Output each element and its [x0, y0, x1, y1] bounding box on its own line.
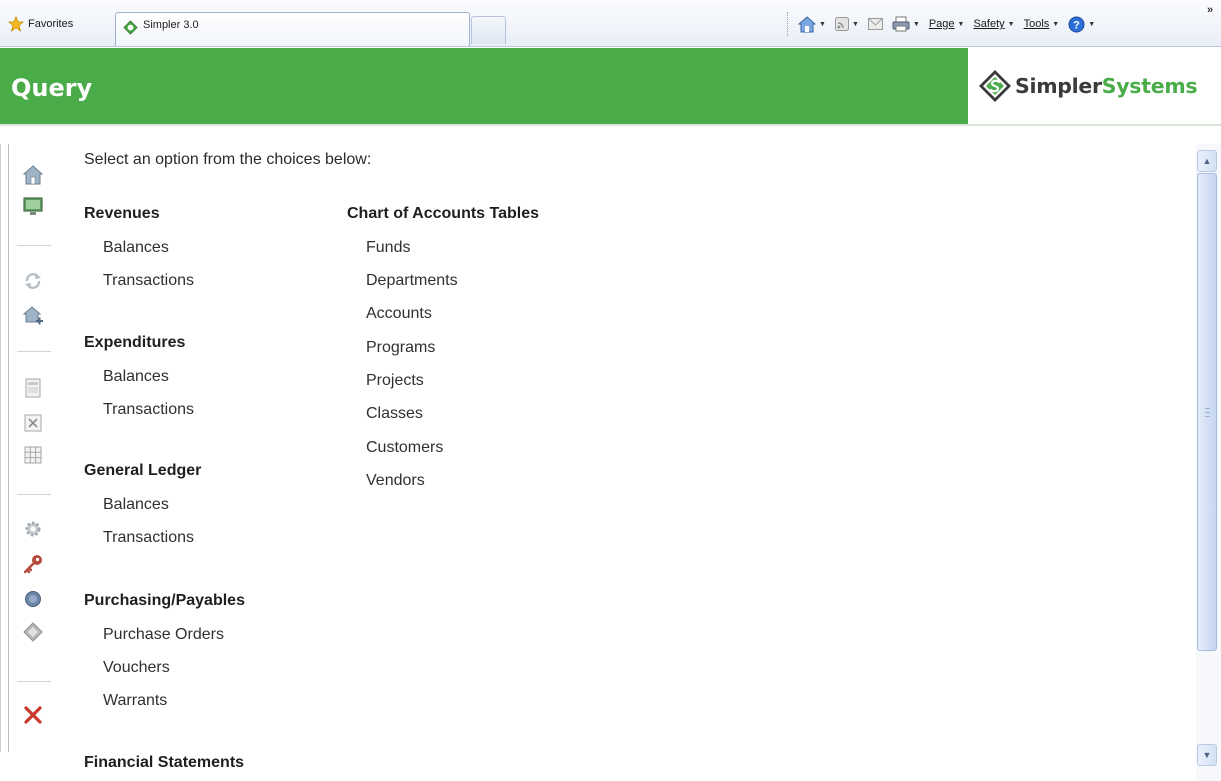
- help-icon: ?: [1068, 16, 1085, 32]
- sidebar-divider: [17, 681, 51, 682]
- rss-icon: [834, 17, 849, 31]
- document-icon[interactable]: [22, 377, 44, 399]
- section-heading-general-ledger: General Ledger: [84, 462, 202, 479]
- new-tab-button[interactable]: [471, 16, 506, 44]
- command-separator: [787, 12, 788, 36]
- safety-menu[interactable]: Safety ▼: [973, 18, 1014, 30]
- favorites-button[interactable]: Favorites: [8, 14, 73, 34]
- browser-toolbar: Favorites Simpler 3.0 ▼ ▼ ▼ Page ▼ Safet…: [0, 0, 1221, 47]
- page-menu[interactable]: Page ▼: [929, 18, 965, 30]
- page-menu-label: Page: [928, 18, 955, 30]
- scroll-down-button[interactable]: ▼: [1197, 744, 1217, 766]
- logo-text-part1: Simpler: [1015, 74, 1102, 98]
- sidebar-divider: [17, 494, 51, 495]
- link-vendors[interactable]: Vendors: [366, 472, 425, 490]
- print-button[interactable]: ▼: [892, 16, 920, 32]
- link-general-ledger-balances[interactable]: Balances: [103, 496, 169, 514]
- link-warrants[interactable]: Warrants: [103, 692, 167, 710]
- chevron-down-icon: ▼: [1202, 750, 1212, 760]
- link-projects[interactable]: Projects: [366, 372, 424, 390]
- vertical-scrollbar[interactable]: ▲ ▼: [1196, 144, 1221, 781]
- link-customers[interactable]: Customers: [366, 439, 443, 457]
- svg-text:?: ?: [1073, 19, 1080, 31]
- chevron-up-icon: ▲: [1202, 156, 1212, 166]
- link-vouchers[interactable]: Vouchers: [103, 659, 170, 677]
- sidebar-divider: [17, 245, 51, 246]
- home-icon: [798, 15, 816, 32]
- link-classes[interactable]: Classes: [366, 405, 423, 423]
- excel-icon[interactable]: [22, 412, 44, 434]
- link-revenues-transactions[interactable]: Transactions: [103, 272, 194, 290]
- close-icon[interactable]: [22, 704, 44, 726]
- refresh-icon[interactable]: [22, 270, 44, 292]
- link-accounts[interactable]: Accounts: [366, 305, 432, 323]
- link-funds[interactable]: Funds: [366, 239, 410, 257]
- logo-text-part2: Systems: [1101, 74, 1198, 98]
- safety-menu-label: Safety: [973, 18, 1005, 30]
- link-purchase-orders[interactable]: Purchase Orders: [103, 626, 224, 644]
- scrollbar-thumb[interactable]: [1197, 173, 1217, 651]
- link-revenues-balances[interactable]: Balances: [103, 239, 169, 257]
- sidebar-divider: [17, 351, 51, 352]
- favorites-label: Favorites: [28, 18, 74, 30]
- home-button[interactable]: ▼: [798, 15, 826, 33]
- tab-title: Simpler 3.0: [143, 19, 199, 31]
- more-commands-button[interactable]: »: [1207, 4, 1213, 16]
- section-heading-purchasing-payables: Purchasing/Payables: [84, 592, 245, 609]
- printer-icon: [892, 16, 910, 32]
- link-departments[interactable]: Departments: [366, 272, 458, 290]
- scroll-up-button[interactable]: ▲: [1197, 150, 1217, 172]
- grid-icon[interactable]: [22, 444, 44, 466]
- section-heading-chart-of-accounts: Chart of Accounts Tables: [347, 205, 540, 222]
- tab-simpler[interactable]: Simpler 3.0: [115, 12, 470, 46]
- section-heading-revenues: Revenues: [84, 205, 160, 222]
- company-logo: SimplerSystems: [968, 48, 1221, 124]
- home-add-icon[interactable]: [22, 305, 44, 327]
- info-icon[interactable]: [22, 588, 44, 610]
- link-expenditures-balances[interactable]: Balances: [103, 368, 169, 386]
- site-favicon-icon: [123, 20, 138, 35]
- help-button[interactable]: ? ▼: [1068, 16, 1095, 33]
- logo-icon: [979, 70, 1011, 102]
- sidebar: [0, 144, 58, 752]
- logo-icon[interactable]: [22, 621, 44, 643]
- link-expenditures-transactions[interactable]: Transactions: [103, 401, 194, 419]
- mail-button[interactable]: [867, 18, 883, 30]
- page-title: Query: [11, 74, 93, 102]
- tools-menu-label: Tools: [1023, 18, 1050, 30]
- monitor-icon[interactable]: [22, 195, 44, 217]
- tools-menu[interactable]: Tools ▼: [1024, 18, 1060, 30]
- link-general-ledger-transactions[interactable]: Transactions: [103, 529, 194, 547]
- section-heading-financial-statements: Financial Statements: [84, 754, 245, 771]
- command-bar: ▼ ▼ ▼ Page ▼ Safety ▼ Tools ▼ ? ▼: [798, 11, 1104, 37]
- home-icon[interactable]: [22, 164, 44, 186]
- settings-icon[interactable]: [22, 518, 44, 540]
- header-divider: [0, 124, 1221, 126]
- key-icon[interactable]: [22, 553, 44, 575]
- feeds-button[interactable]: ▼: [834, 17, 859, 31]
- mail-icon: [867, 18, 883, 30]
- intro-text: Select an option from the choices below:: [84, 151, 372, 168]
- section-heading-expenditures: Expenditures: [84, 334, 186, 351]
- star-icon: [8, 16, 24, 32]
- link-programs[interactable]: Programs: [366, 339, 435, 357]
- scrollbar-grip: [1205, 408, 1210, 417]
